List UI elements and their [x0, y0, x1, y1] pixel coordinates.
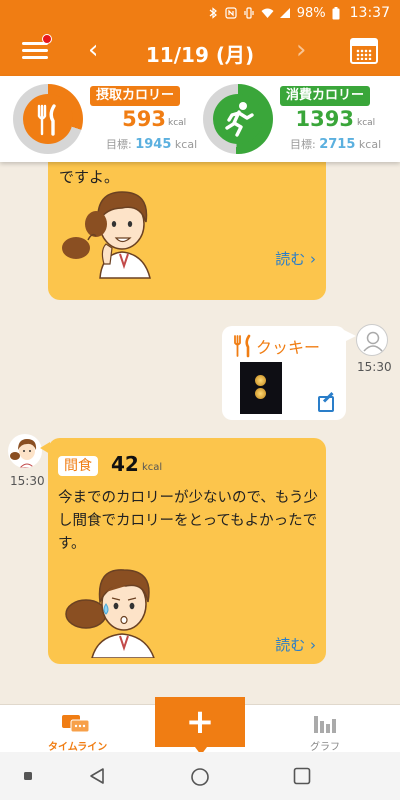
burn-value: 1393 — [295, 107, 354, 131]
next-day-button[interactable]: › — [296, 36, 306, 64]
goal-unit: kcal — [358, 138, 382, 151]
intake-progress-ring — [13, 84, 83, 154]
running-person-icon — [225, 102, 254, 137]
nfc-icon — [225, 7, 237, 19]
wifi-icon — [261, 7, 274, 19]
app-header: ‹ 11/19 (月) › — [0, 26, 400, 76]
burn-goal-value: 2715 — [319, 137, 356, 152]
edit-icon[interactable] — [318, 396, 334, 412]
date-title: 11/19 (月) — [145, 43, 255, 67]
burn-progress-ring — [203, 84, 273, 154]
snack-unit: kcal — [142, 462, 163, 473]
signal-icon — [279, 7, 291, 19]
snack-badge: 間食 — [58, 456, 98, 476]
burn-unit: kcal — [357, 118, 376, 128]
battery-percent: 98% — [296, 5, 326, 21]
intake-goal-value: 1945 — [135, 137, 172, 152]
calorie-summary: 摂取カロリー 593 kcal 目標: 1945 kcal 消費カロリー 139… — [0, 76, 400, 162]
food-photo[interactable] — [240, 362, 282, 414]
add-entry-button[interactable]: + — [155, 697, 245, 755]
recent-dot-icon[interactable] — [24, 772, 32, 780]
read-more-link[interactable]: 読む › — [275, 634, 316, 655]
advice-text: 今までのカロリーが少ないので、もう少し間食でカロリーをとってもよかったです。 — [58, 490, 318, 552]
calendar-icon[interactable] — [350, 38, 378, 64]
vibrate-icon — [243, 7, 255, 19]
goal-label: 目標: — [290, 138, 316, 151]
food-entry-card[interactable]: クッキー — [222, 326, 356, 420]
fork-knife-icon — [234, 334, 251, 358]
intake-goal: 目標: 1945 kcal — [106, 136, 197, 152]
clock: 13:37 — [349, 5, 390, 21]
graph-tab[interactable]: グラフ — [310, 738, 340, 753]
intake-label: 摂取カロリー — [90, 86, 181, 106]
battery-icon — [332, 7, 344, 20]
timeline-chat-icon[interactable] — [61, 713, 91, 735]
snack-kcal: 42 — [111, 452, 139, 476]
food-name: クッキー — [256, 338, 321, 357]
burn-goal: 目標: 2715 kcal — [290, 136, 381, 152]
nurse-face-icon — [10, 439, 37, 468]
timeline[interactable]: ですよ。 読む › 15:30 クッキー 15:30 間食 42 kcal 今ま… — [0, 162, 400, 704]
advice-time: 15:30 — [10, 474, 45, 488]
advice-bubble: 間食 42 kcal 今までのカロリーが少ないので、もう少し間食でカロリーをとっ… — [40, 438, 326, 664]
goal-label: 目標: — [106, 138, 132, 151]
burn-label: 消費カロリー — [280, 86, 371, 106]
back-icon[interactable] — [88, 767, 106, 785]
overview-icon[interactable] — [293, 767, 311, 785]
system-nav-bar — [0, 752, 400, 800]
nurse-avatar — [8, 434, 42, 468]
advice-bubble: ですよ。 読む › — [48, 162, 326, 300]
goal-unit: kcal — [174, 138, 198, 151]
read-more-link[interactable]: 読む › — [275, 248, 316, 269]
intake-value: 593 — [122, 107, 166, 131]
user-icon — [363, 331, 383, 352]
user-avatar[interactable] — [356, 324, 388, 356]
fork-knife-icon — [37, 104, 56, 136]
home-icon[interactable] — [190, 767, 210, 787]
nurse-character-icon — [62, 191, 151, 279]
user-entry-time: 15:30 — [357, 360, 392, 374]
status-bar: 98% 13:37 — [0, 0, 400, 26]
intake-unit: kcal — [168, 118, 187, 128]
bluetooth-icon — [207, 7, 219, 19]
timeline-tab[interactable]: タイムライン — [48, 738, 107, 753]
nurse-worried-character-icon — [65, 569, 155, 658]
graph-icon[interactable] — [312, 713, 338, 735]
